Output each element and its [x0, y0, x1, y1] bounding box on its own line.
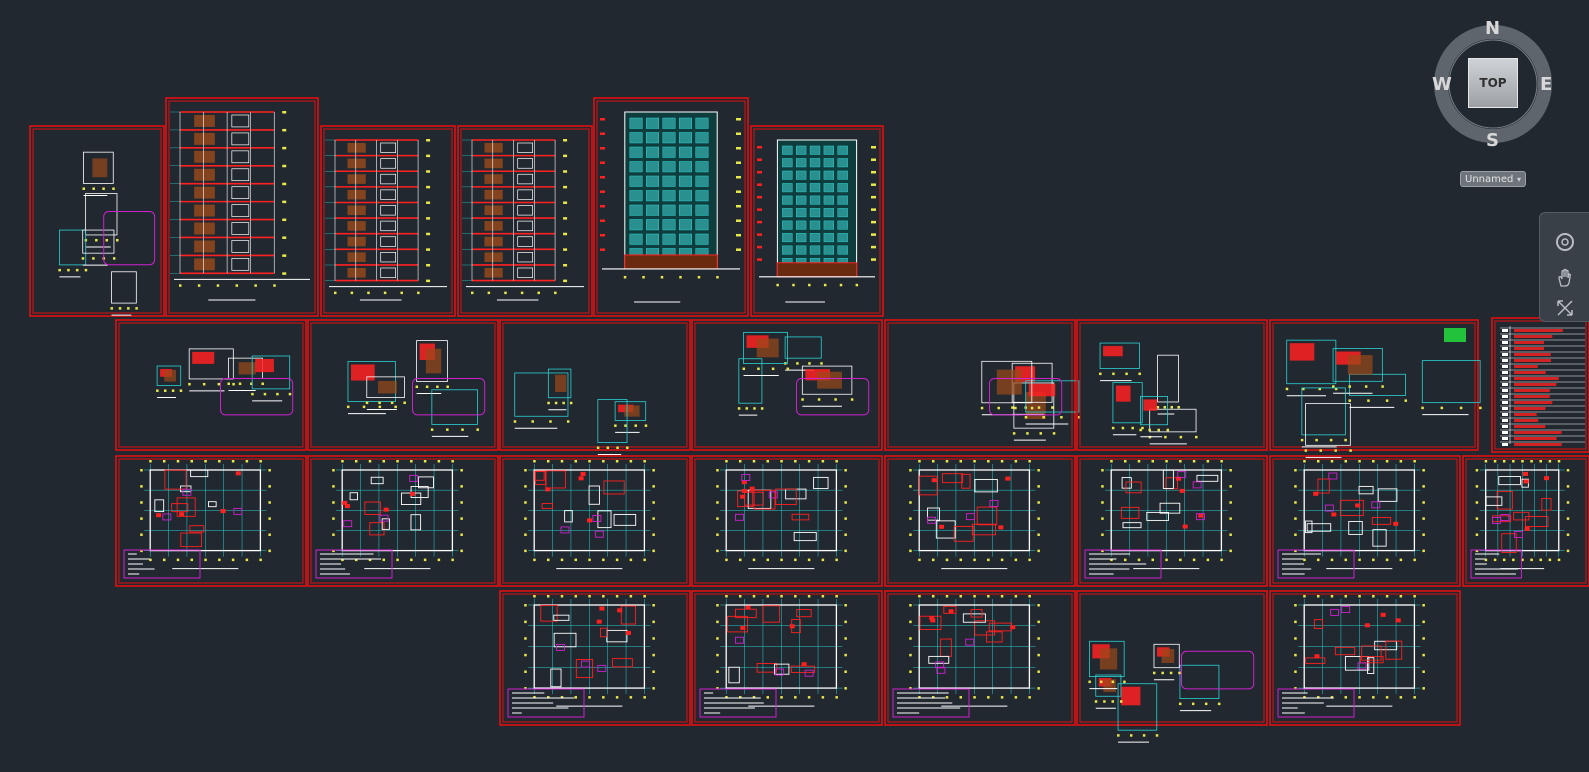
viewcube-top-face[interactable]: TOP — [1468, 58, 1518, 108]
compass-north-label[interactable]: N — [1485, 18, 1500, 39]
ucs-menu[interactable]: Unnamed ▾ — [1460, 171, 1526, 187]
compass-west-label[interactable]: W — [1432, 74, 1452, 95]
chevron-down-icon: ▾ — [1516, 174, 1521, 184]
compass-east-label[interactable]: E — [1540, 74, 1552, 95]
compass-south-label[interactable]: S — [1486, 130, 1499, 151]
viewcube[interactable]: N S W E TOP — [1430, 18, 1560, 178]
steering-wheel-icon[interactable] — [1552, 231, 1578, 253]
pan-hand-icon[interactable] — [1552, 267, 1578, 289]
ucs-menu-label: Unnamed — [1465, 173, 1514, 185]
drawing-canvas[interactable] — [0, 0, 1589, 772]
zoom-extents-icon[interactable] — [1552, 297, 1578, 319]
navigation-bar — [1539, 212, 1589, 322]
